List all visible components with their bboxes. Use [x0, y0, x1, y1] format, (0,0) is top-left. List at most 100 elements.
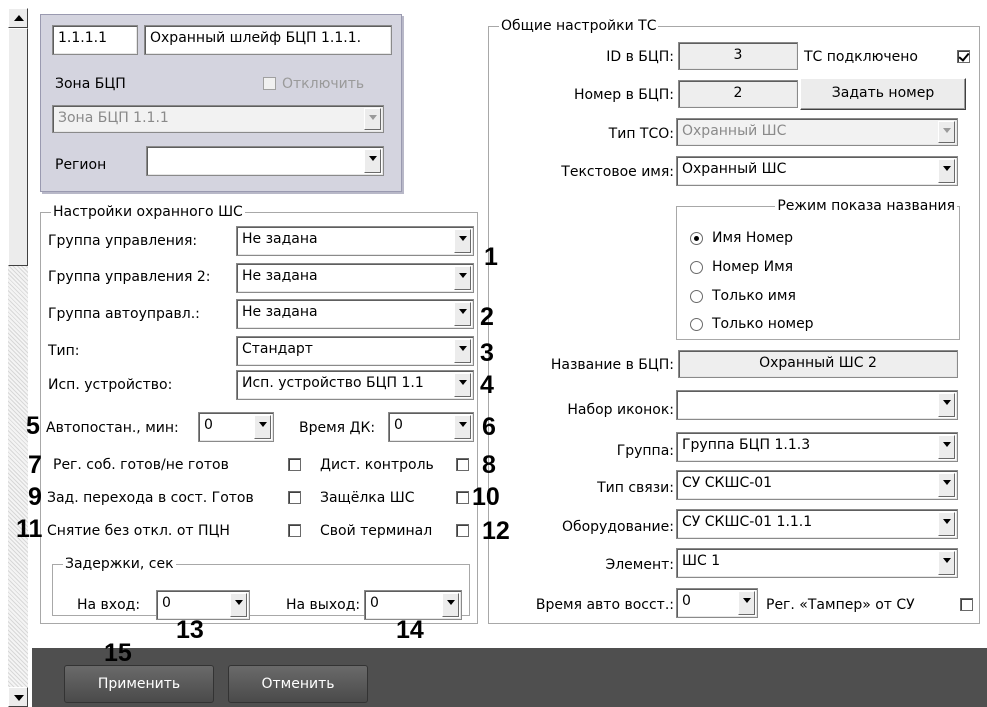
tamper-checkbox[interactable] [960, 598, 973, 611]
autoarm-combo[interactable]: 0 [198, 412, 274, 442]
auto-restore-combo[interactable]: 0 [676, 588, 758, 618]
scroll-up-button[interactable] [8, 8, 28, 28]
display-mode-option: Имя Номер [712, 230, 794, 246]
link-type-combo[interactable]: СУ СКШС-01 [676, 470, 958, 500]
display-mode-radio-number-only[interactable] [690, 318, 703, 331]
number-field[interactable]: 2 [678, 80, 798, 108]
display-mode-radio-number-name[interactable] [690, 261, 703, 274]
chevron-down-icon [938, 512, 955, 536]
device-combo[interactable]: Исп. устройство БЦП 1.1 [236, 370, 474, 400]
arrow-up-icon [14, 15, 24, 21]
chevron-down-icon [254, 415, 271, 439]
name-bcp-label: Название в БЦП: [550, 357, 674, 373]
tamper-label: Рег. «Тампер» от СУ [766, 597, 915, 613]
type-label: Тип: [48, 343, 80, 359]
disarm-checkbox[interactable] [288, 524, 301, 537]
ready-delay-checkbox[interactable] [288, 491, 301, 504]
display-mode-option: Номер Имя [712, 259, 794, 275]
device-label: Исп. устройство: [48, 377, 173, 393]
autoarm-label: Автопостан., мин: [46, 420, 179, 436]
dk-time-label: Время ДК: [299, 420, 376, 436]
remote-control-label: Дист. контроль [320, 457, 434, 473]
callout-4: 4 [480, 371, 494, 399]
delays-caption: Задержки, сек [63, 555, 176, 573]
equipment-combo[interactable]: СУ СКШС-01 1.1.1 [676, 509, 958, 539]
cancel-button[interactable]: Отменить [228, 665, 368, 703]
disable-checkbox[interactable] [263, 77, 276, 90]
icon-set-label: Набор иконок: [567, 402, 674, 418]
entry-delay-label: На вход: [77, 597, 141, 613]
display-mode-option: Только номер [712, 316, 814, 332]
own-terminal-checkbox[interactable] [456, 524, 469, 537]
callout-15: 15 [104, 639, 132, 667]
callout-6: 6 [482, 413, 496, 441]
latch-label: Защёлка ШС [320, 490, 415, 506]
ready-delay-label: Зад. перехода в сост. Готов [47, 490, 254, 506]
group-combo[interactable]: Группа БЦП 1.1.3 [676, 432, 958, 462]
element-combo[interactable]: ШС 1 [676, 548, 958, 578]
exit-delay-label: На выход: [286, 597, 361, 613]
chevron-down-icon [454, 229, 471, 253]
callout-5: 5 [26, 412, 40, 440]
callout-11: 11 [16, 515, 43, 543]
security-settings-caption: Настройки охранного ШС [51, 203, 245, 221]
callout-1: 1 [484, 243, 498, 271]
chevron-down-icon [454, 266, 471, 290]
callout-12: 12 [482, 517, 510, 545]
general-settings-caption: Общие настройки ТС [499, 17, 659, 35]
number-label: Номер в БЦП: [573, 87, 674, 103]
chevron-down-icon [938, 159, 955, 183]
chevron-down-icon [442, 593, 459, 617]
dk-time-combo[interactable]: 0 [388, 412, 474, 442]
callout-8: 8 [482, 451, 496, 479]
connected-checkbox[interactable] [957, 50, 970, 63]
control-group2-label: Группа управления 2: [48, 269, 211, 285]
chevron-down-icon [454, 302, 471, 326]
text-name-combo[interactable]: Охранный ШС [676, 156, 958, 186]
region-combo[interactable] [146, 146, 384, 176]
name-bcp-field: Охранный ШС 2 [678, 350, 958, 378]
tso-type-combo[interactable]: Охранный ШС [676, 118, 958, 146]
link-type-label: Тип связи: [597, 480, 674, 496]
callout-2: 2 [480, 303, 494, 331]
chevron-down-icon [454, 339, 471, 363]
reg-ready-checkbox[interactable] [288, 458, 301, 471]
display-mode-option: Только имя [712, 288, 796, 304]
chevron-down-icon [938, 121, 955, 143]
callout-14: 14 [396, 616, 424, 644]
icon-set-combo[interactable] [676, 390, 958, 420]
latch-checkbox[interactable] [456, 491, 469, 504]
control-group-label: Группа управления: [48, 233, 198, 249]
set-number-button[interactable]: Задать номер [800, 78, 966, 110]
control-group2-combo[interactable]: Не задана [236, 263, 474, 293]
address-field[interactable]: 1.1.1.1 [52, 25, 138, 55]
name-field[interactable]: Охранный шлейф БЦП 1.1.1. [144, 25, 392, 55]
chevron-down-icon [230, 593, 247, 617]
tso-type-label: Тип ТСО: [608, 126, 674, 142]
zone-combo[interactable]: Зона БЦП 1.1.1 [52, 105, 384, 133]
display-mode-radio-name-number[interactable] [690, 232, 703, 245]
scroll-down-button[interactable] [8, 687, 28, 707]
auto-group-combo[interactable]: Не задана [236, 299, 474, 329]
vertical-scrollbar[interactable] [8, 8, 28, 707]
chevron-down-icon [364, 108, 381, 130]
callout-10: 10 [472, 483, 500, 511]
remote-control-checkbox[interactable] [456, 458, 469, 471]
apply-button[interactable]: Применить [64, 665, 214, 703]
callout-3: 3 [480, 339, 494, 367]
equipment-label: Оборудование: [561, 519, 674, 535]
scroll-thumb[interactable] [8, 28, 28, 266]
group-label: Группа: [616, 443, 674, 459]
type-combo[interactable]: Стандарт [236, 336, 474, 366]
text-name-label: Текстовое имя: [561, 164, 674, 180]
display-mode-radio-name-only[interactable] [690, 290, 703, 303]
control-group-combo[interactable]: Не задана [236, 226, 474, 256]
own-terminal-label: Свой терминал [320, 523, 433, 539]
chevron-down-icon [938, 473, 955, 497]
callout-13: 13 [176, 616, 204, 644]
id-field: 3 [678, 42, 798, 70]
disable-label: Отключить [282, 76, 365, 92]
zone-label: Зона БЦП [55, 76, 126, 92]
display-mode-caption: Режим показа названия [775, 197, 957, 215]
callout-7: 7 [28, 451, 42, 479]
